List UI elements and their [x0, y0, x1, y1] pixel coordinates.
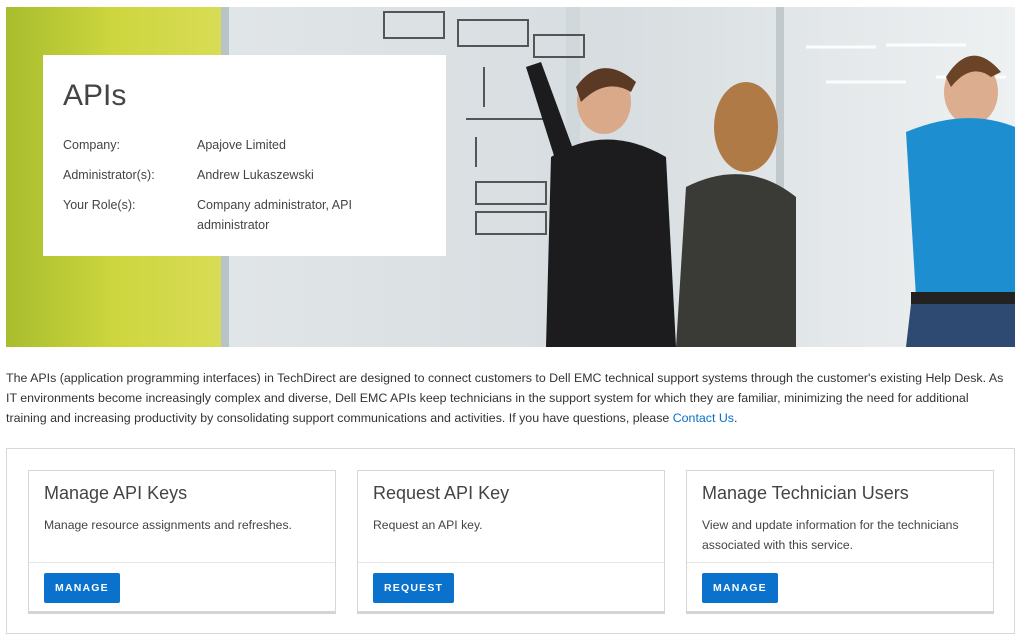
tile-title: Request API Key [373, 483, 510, 503]
tile-description: Request an API key. [373, 518, 483, 532]
administrator-value: Andrew Lukaszewski [197, 168, 314, 182]
role-value: Company administrator, API administrator [197, 198, 352, 232]
tile-request-api-key: Request API Key Request an API key. REQU… [357, 470, 665, 612]
company-value: Apajove Limited [197, 138, 286, 152]
company-row: Company: Apajove Limited [63, 135, 426, 155]
manage-technician-users-button[interactable]: MANAGE [702, 573, 778, 603]
hero-banner: APIs Company: Apajove Limited Administra… [6, 7, 1015, 347]
api-tiles: Manage API Keys Manage resource assignme… [6, 448, 1015, 634]
intro-text: The APIs (application programming interf… [6, 368, 1011, 428]
info-card: APIs Company: Apajove Limited Administra… [43, 55, 446, 256]
tile-title: Manage API Keys [44, 483, 188, 503]
tile-description: Manage resource assignments and refreshe… [44, 518, 292, 532]
tile-manage-api-keys: Manage API Keys Manage resource assignme… [28, 470, 336, 612]
request-api-key-button[interactable]: REQUEST [373, 573, 455, 603]
tile-divider [358, 562, 664, 563]
role-label: Your Role(s): [63, 198, 136, 212]
tile-title: Manage Technician Users [702, 483, 909, 503]
company-label: Company: [63, 138, 120, 152]
intro-end: . [734, 411, 738, 425]
contact-us-link[interactable]: Contact Us [673, 411, 734, 425]
tile-description: View and update information for the tech… [702, 518, 959, 552]
administrator-row: Administrator(s): Andrew Lukaszewski [63, 165, 426, 185]
tile-divider [29, 562, 335, 563]
intro-body: The APIs (application programming interf… [6, 371, 1004, 425]
administrator-label: Administrator(s): [63, 168, 155, 182]
tile-manage-technician-users: Manage Technician Users View and update … [686, 470, 994, 612]
tile-divider [687, 562, 993, 563]
manage-api-keys-button[interactable]: MANAGE [44, 573, 120, 603]
role-row: Your Role(s): Company administrator, API… [63, 195, 426, 235]
page-title: APIs [63, 79, 127, 112]
